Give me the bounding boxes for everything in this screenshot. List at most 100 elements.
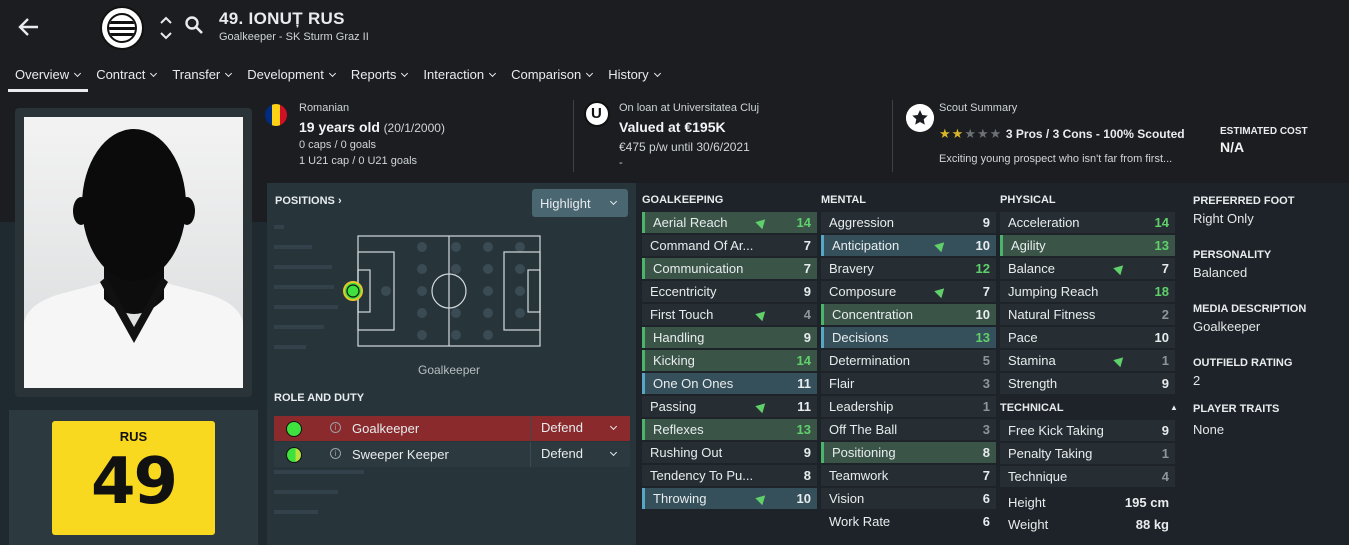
attribute-row[interactable]: Reflexes 13 [642, 419, 817, 440]
attribute-row[interactable]: Rushing Out 9 [642, 442, 817, 463]
attribute-name: Reflexes [653, 422, 704, 437]
loan-status[interactable]: On loan at Universitatea Cluj [619, 102, 759, 114]
attribute-row[interactable]: Work Rate 6 [821, 511, 996, 532]
scout-summary-row[interactable]: ★★★★★ 3 Pros / 3 Cons - 100% Scouted [939, 126, 1185, 142]
attribute-name: Eccentricity [650, 284, 717, 299]
club-badge-icon[interactable] [100, 6, 144, 50]
attribute-row[interactable]: Handling 9 [642, 327, 817, 348]
divider [573, 100, 574, 172]
attribute-value: 4 [1161, 469, 1169, 484]
attribute-row[interactable]: Kicking 14 [642, 350, 817, 371]
attribute-row[interactable]: First Touch 4 [642, 304, 817, 325]
info-icon[interactable]: i [330, 422, 341, 433]
attribute-row[interactable]: Stamina 1 [1000, 350, 1175, 371]
search-icon[interactable] [184, 15, 204, 35]
attribute-row[interactable]: Vision 6 [821, 488, 996, 509]
attribute-row[interactable]: Teamwork 7 [821, 465, 996, 486]
attribute-row[interactable]: Bravery 12 [821, 258, 996, 279]
highlight-dropdown[interactable]: Highlight [532, 189, 628, 217]
attribute-row[interactable]: Decisions 13 [821, 327, 996, 348]
attribute-name: Positioning [832, 445, 896, 460]
attribute-row[interactable]: Jumping Reach 18 [1000, 281, 1175, 302]
attribute-row[interactable]: Technique 4 [1000, 466, 1175, 487]
role-name: Goalkeeper [352, 421, 420, 436]
attribute-row[interactable]: Penalty Taking 1 [1000, 443, 1175, 464]
attribute-row[interactable]: Agility 13 [1000, 235, 1175, 256]
attribute-row[interactable]: Positioning 8 [821, 442, 996, 463]
personality-label: PERSONALITY [1193, 249, 1272, 261]
attribute-name: Penalty Taking [1008, 446, 1093, 461]
collapse-up-icon[interactable]: ▲ [1170, 403, 1178, 412]
attribute-row[interactable]: Aggression 9 [821, 212, 996, 233]
arrow-up-icon [755, 215, 769, 230]
attribute-value: 6 [982, 491, 990, 506]
dob-value: (20/1/2000) [383, 121, 445, 135]
attribute-row[interactable]: Command Of Ar... 7 [642, 235, 817, 256]
info-icon[interactable]: i [330, 448, 341, 459]
attribute-row[interactable]: Eccentricity 9 [642, 281, 817, 302]
attribute-row[interactable]: Leadership 1 [821, 396, 996, 417]
tab-comparison[interactable]: Comparison [503, 62, 600, 92]
attribute-row[interactable]: One On Ones 11 [642, 373, 817, 394]
attribute-row[interactable]: Throwing 10 [642, 488, 817, 509]
attribute-name: Leadership [829, 399, 894, 414]
attribute-value: 5 [982, 353, 990, 368]
role-suitability-icon [286, 447, 302, 463]
attribute-value: 18 [1154, 284, 1169, 299]
personality-value: Balanced [1193, 265, 1248, 280]
positions-title[interactable]: POSITIONS › [275, 195, 342, 207]
attribute-row[interactable]: Acceleration 14 [1000, 212, 1175, 233]
chevron-down-icon [328, 69, 336, 78]
attribute-row[interactable]: Anticipation 10 [821, 235, 996, 256]
up-down-chevron-icon[interactable] [159, 14, 173, 42]
attribute-value: 6 [982, 514, 990, 529]
tab-contract[interactable]: Contract [88, 62, 164, 92]
role-row-sweeper-keeper[interactable]: i Sweeper Keeper Defend [274, 442, 630, 467]
attribute-row[interactable]: Passing 11 [642, 396, 817, 417]
chevron-down-icon [150, 69, 158, 78]
scout-summary-value: 3 Pros / 3 Cons - 100% Scouted [1005, 127, 1185, 141]
attribute-row[interactable]: Strength 9 [1000, 373, 1175, 394]
attribute-row[interactable]: Tendency To Pu... 8 [642, 465, 817, 486]
attribute-name: Concentration [832, 307, 913, 322]
attribute-name: Natural Fitness [1008, 307, 1096, 322]
attribute-name: Throwing [653, 491, 707, 506]
technical-title[interactable]: TECHNICAL ▲ [1000, 402, 1178, 414]
attribute-value: 2 [1161, 307, 1169, 322]
tab-transfer[interactable]: Transfer [164, 62, 239, 92]
attribute-row[interactable]: Flair 3 [821, 373, 996, 394]
attribute-row[interactable]: Concentration 10 [821, 304, 996, 325]
attribute-row[interactable]: Balance 7 [1000, 258, 1175, 279]
tab-overview[interactable]: Overview [0, 62, 89, 92]
tab-development[interactable]: Development [239, 62, 343, 92]
player-name: 49. IONUȚ RUS [219, 9, 345, 28]
attribute-row[interactable]: Off The Ball 3 [821, 419, 996, 440]
attribute-value: 10 [975, 238, 990, 253]
attribute-row[interactable]: Composure 7 [821, 281, 996, 302]
attribute-value: 13 [1154, 238, 1169, 253]
attribute-value: 3 [982, 376, 990, 391]
tab-history[interactable]: History [600, 62, 667, 92]
tab-label: Transfer [172, 67, 221, 82]
duty-dropdown[interactable]: Defend [530, 416, 630, 441]
chevron-down-icon [609, 197, 618, 206]
attribute-row[interactable]: Communication 7 [642, 258, 817, 279]
back-arrow-icon[interactable] [16, 14, 42, 40]
arrow-up-icon [1113, 261, 1127, 276]
attribute-row[interactable]: Determination 5 [821, 350, 996, 371]
nationality-label: Romanian [299, 102, 350, 114]
attribute-row[interactable]: Aerial Reach 14 [642, 212, 817, 233]
attribute-name: Composure [829, 284, 897, 299]
role-row-goalkeeper[interactable]: i Goalkeeper Defend [274, 416, 630, 441]
pitch-diagram [274, 225, 541, 349]
duty-dropdown[interactable]: Defend [530, 442, 630, 467]
loan-club-logo-icon[interactable]: U [584, 101, 610, 127]
attribute-row[interactable]: Pace 10 [1000, 327, 1175, 348]
attribute-name: Free Kick Taking [1008, 423, 1104, 438]
preferred-foot-value: Right Only [1193, 211, 1254, 226]
tab-reports[interactable]: Reports [343, 62, 416, 92]
attribute-row[interactable]: Natural Fitness 2 [1000, 304, 1175, 325]
attribute-name: Communication [653, 261, 744, 276]
attribute-row[interactable]: Free Kick Taking 9 [1000, 420, 1175, 441]
tab-interaction[interactable]: Interaction [415, 62, 503, 92]
